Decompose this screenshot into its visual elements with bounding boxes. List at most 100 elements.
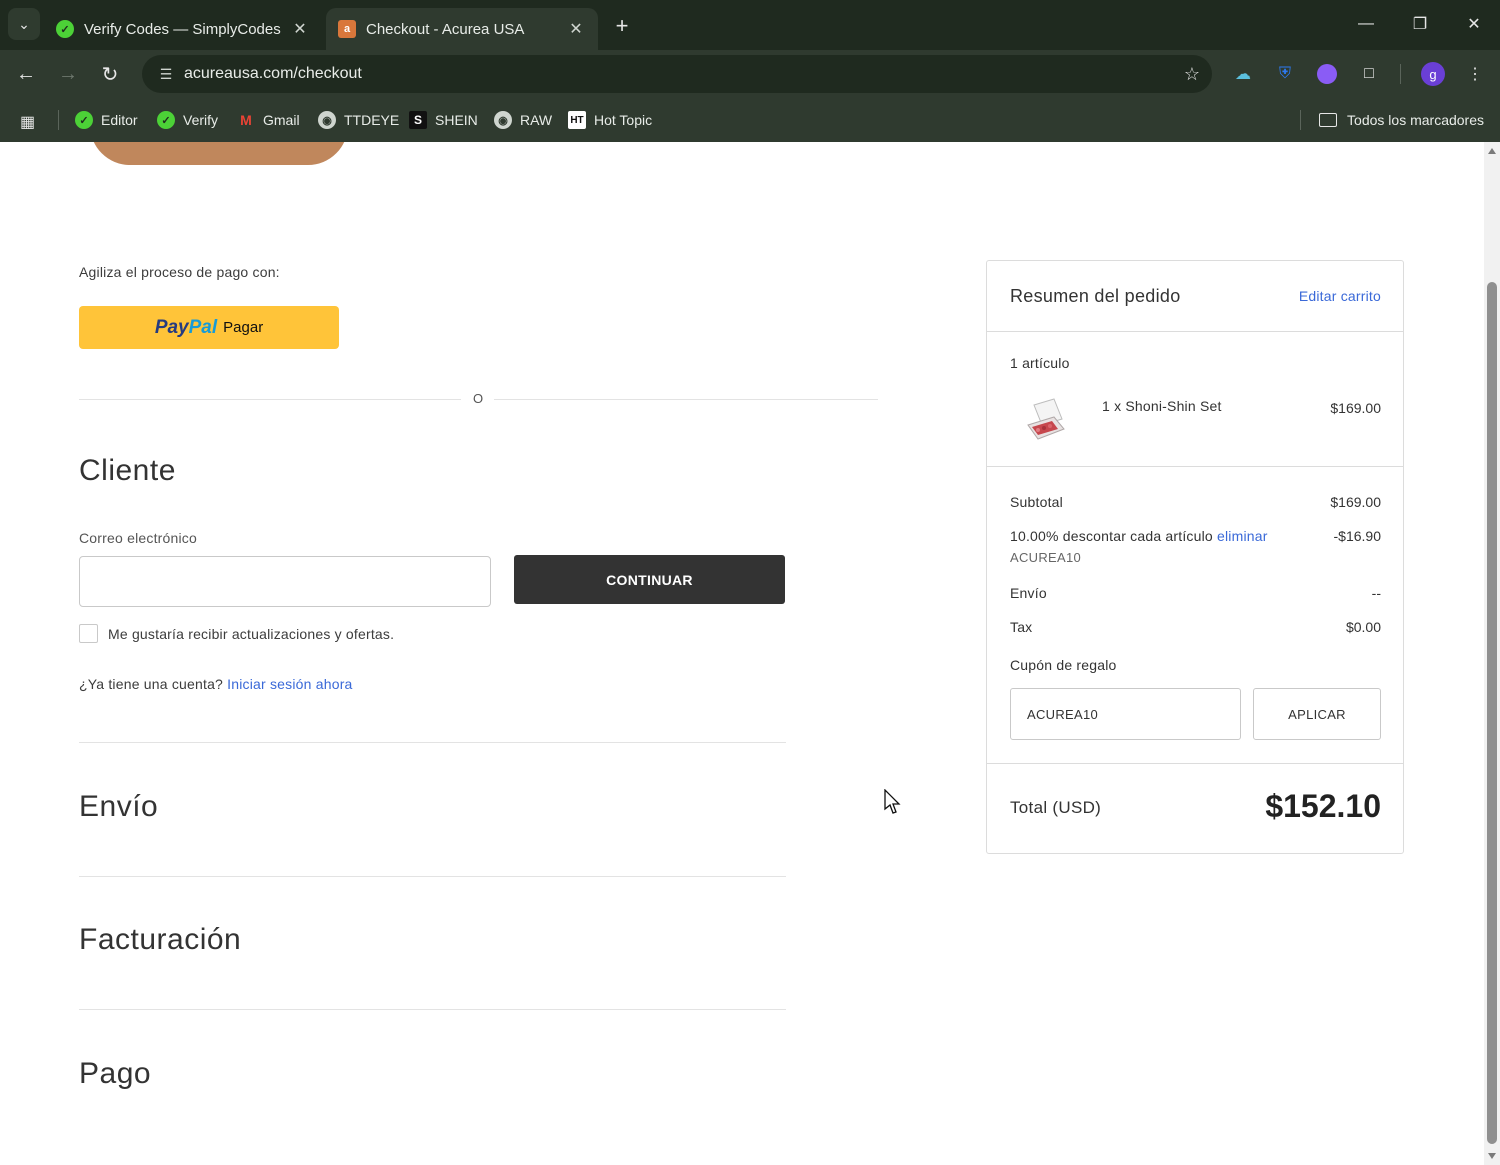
site-info-icon[interactable]: ☰: [148, 66, 184, 83]
bookmark-label: RAW: [520, 112, 553, 128]
product-name: 1 x Shoni-Shin Set: [1102, 398, 1222, 414]
divider-left: [79, 399, 461, 400]
close-icon[interactable]: ✕: [566, 19, 586, 39]
account-prompt-text: ¿Ya tiene una cuenta?: [79, 676, 224, 692]
tax-value: $0.00: [1345, 619, 1381, 635]
profile-avatar[interactable]: g: [1421, 62, 1445, 86]
simplycodes-extension-icon[interactable]: [1315, 62, 1339, 86]
back-icon[interactable]: ←: [10, 58, 42, 90]
cloud-extension-icon[interactable]: ☁: [1231, 62, 1255, 86]
hottopic-icon: HT: [568, 111, 586, 129]
summary-totals: Subtotal $169.00 10.00% descontar cada a…: [987, 467, 1403, 764]
section-divider: [79, 1009, 786, 1010]
section-title-facturacion[interactable]: Facturación: [79, 923, 241, 957]
bookmark-label: Hot Topic: [594, 112, 653, 128]
bookmark-hot-topic[interactable]: HT Hot Topic: [568, 107, 652, 133]
section-divider: [79, 742, 786, 743]
address-bar[interactable]: ☰ acureausa.com/checkout ☆: [142, 55, 1212, 93]
browser-toolbar: ← → ↻ ☰ acureausa.com/checkout ☆ ☁ ⛨ □ g…: [0, 50, 1500, 98]
bookmark-editor[interactable]: ✓ Editor: [75, 107, 138, 133]
subtotal-label: Subtotal: [1010, 494, 1063, 510]
order-summary: Resumen del pedido Editar carrito 1 artí…: [986, 260, 1404, 854]
product-thumbnail: [1027, 398, 1065, 440]
continue-button[interactable]: CONTINUAR: [514, 555, 785, 604]
simplycodes-icon: ✓: [56, 20, 74, 38]
scroll-down-arrow-icon[interactable]: [1488, 1153, 1496, 1159]
tab-search-menu-icon[interactable]: ⌄: [8, 8, 40, 40]
remove-discount-link[interactable]: eliminar: [1217, 528, 1268, 544]
section-title-cliente: Cliente: [79, 454, 176, 487]
paypal-logo: PayPal: [155, 317, 217, 339]
apply-coupon-button[interactable]: APLICAR: [1253, 688, 1381, 740]
forward-icon[interactable]: →: [52, 58, 84, 90]
apps-grid-icon[interactable]: ▦: [20, 112, 40, 132]
more-menu-icon[interactable]: ⋮: [1463, 62, 1487, 86]
bookmark-label: SHEIN: [435, 112, 478, 128]
account-prompt: ¿Ya tiene una cuenta? Iniciar sesión aho…: [79, 676, 353, 692]
or-divider-text: O: [472, 391, 484, 406]
tab-title: Verify Codes — SimplyCodes: [84, 20, 281, 38]
discount-label-row: 10.00% descontar cada artículo eliminar: [1010, 528, 1268, 544]
minimize-icon[interactable]: —: [1346, 8, 1386, 40]
close-icon[interactable]: ✕: [290, 19, 310, 39]
section-title-envio[interactable]: Envío: [79, 790, 158, 824]
store-logo[interactable]: [90, 142, 348, 165]
signin-link[interactable]: Iniciar sesión ahora: [227, 676, 352, 692]
shipping-label: Envío: [1010, 585, 1047, 601]
discount-label: 10.00% descontar cada artículo: [1010, 528, 1213, 544]
item-count: 1 artículo: [1010, 355, 1070, 371]
newsletter-label: Me gustaría recibir actualizaciones y of…: [108, 625, 395, 642]
globe-icon: ◉: [494, 111, 512, 129]
bookmark-gmail[interactable]: M Gmail: [237, 107, 300, 133]
product-price: $169.00: [1330, 400, 1381, 416]
bookmark-star-icon[interactable]: ☆: [1172, 64, 1212, 85]
newsletter-checkbox[interactable]: [79, 624, 98, 643]
checkout-page: Agiliza el proceso de pago con: PayPal P…: [0, 142, 1484, 1165]
discount-code: ACUREA10: [1010, 550, 1082, 565]
shield-extension-icon[interactable]: ⛨: [1273, 62, 1297, 86]
all-bookmarks-folder[interactable]: Todos los marcadores: [1319, 107, 1484, 133]
paypal-button[interactable]: PayPal Pagar: [79, 306, 339, 349]
browser-tab-bar: ⌄ ✓ Verify Codes — SimplyCodes ✕ a Check…: [0, 0, 1500, 50]
reload-icon[interactable]: ↻: [94, 58, 126, 90]
bookmark-raw[interactable]: ◉ RAW: [494, 107, 552, 133]
acurea-favicon-icon: a: [338, 20, 356, 38]
bookmark-label: TTDEYE: [344, 112, 400, 128]
scroll-thumb[interactable]: [1487, 282, 1497, 1144]
folder-label: Todos los marcadores: [1347, 112, 1484, 128]
paypal-button-label: Pagar: [223, 319, 264, 336]
new-tab-button[interactable]: +: [608, 12, 636, 40]
shein-icon: S: [409, 111, 427, 129]
tab-checkout-acurea[interactable]: a Checkout - Acurea USA ✕: [326, 8, 598, 50]
avatar-initial: g: [1421, 62, 1445, 86]
gift-coupon-input[interactable]: ACUREA10: [1010, 688, 1241, 740]
restore-icon[interactable]: ❐: [1400, 8, 1440, 40]
shipping-value: --: [1371, 585, 1381, 601]
edit-cart-link[interactable]: Editar carrito: [1299, 288, 1381, 304]
bookmark-verify[interactable]: ✓ Verify: [157, 107, 218, 133]
subtotal-value: $169.00: [1330, 494, 1381, 510]
discount-value: -$16.90: [1333, 528, 1381, 544]
summary-items: 1 artículo 1 x Shoni-Shin Set $169.00: [987, 332, 1403, 467]
newsletter-option[interactable]: Me gustaría recibir actualizaciones y of…: [79, 624, 394, 643]
divider-right: [494, 399, 878, 400]
folder-icon: [1319, 113, 1338, 127]
express-checkout-label: Agiliza el proceso de pago con:: [79, 264, 280, 280]
summary-header: Resumen del pedido Editar carrito: [987, 261, 1403, 332]
section-title-pago[interactable]: Pago: [79, 1057, 151, 1091]
tax-label: Tax: [1010, 619, 1033, 635]
scroll-up-arrow-icon[interactable]: [1488, 148, 1496, 154]
bookmark-ttdeye[interactable]: ◉ TTDEYE: [318, 107, 399, 133]
window-close-icon[interactable]: ✕: [1454, 8, 1494, 40]
url-text[interactable]: acureausa.com/checkout: [184, 65, 1172, 83]
bookmark-label: Gmail: [263, 112, 300, 128]
extensions-puzzle-icon[interactable]: □: [1357, 62, 1381, 86]
bookmark-shein[interactable]: S SHEIN: [409, 107, 478, 133]
bookmarks-bar: ▦ ✓ Editor ✓ Verify M Gmail ◉ TTDEYE S S…: [0, 98, 1500, 142]
email-label: Correo electrónico: [79, 530, 197, 546]
email-field[interactable]: [79, 556, 491, 607]
globe-icon: ◉: [318, 111, 336, 129]
page-scrollbar[interactable]: [1484, 142, 1500, 1165]
tab-title: Checkout - Acurea USA: [366, 20, 525, 38]
tab-verify-codes[interactable]: ✓ Verify Codes — SimplyCodes ✕: [44, 8, 322, 50]
